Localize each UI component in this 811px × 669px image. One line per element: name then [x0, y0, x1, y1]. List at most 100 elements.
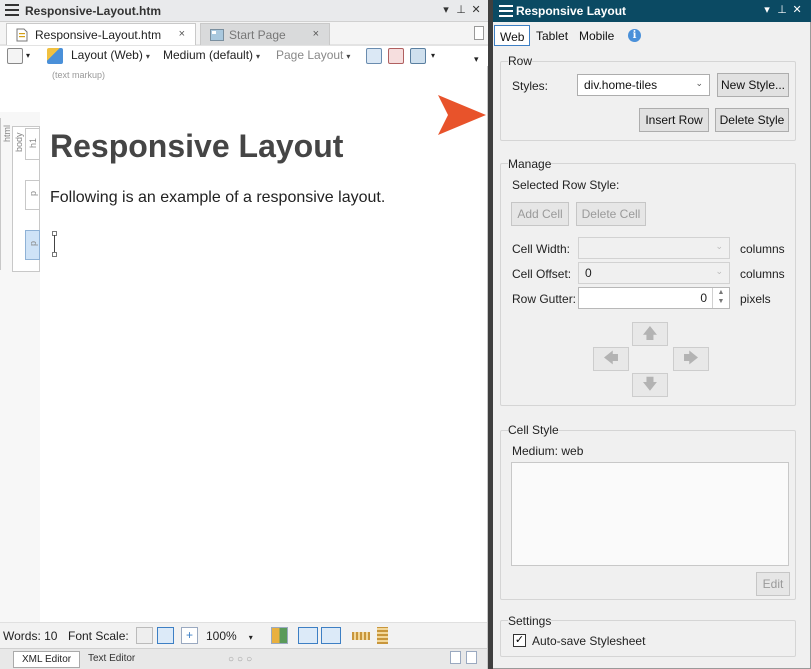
tab-text-editor[interactable]: Text Editor	[80, 651, 143, 668]
styles-value: div.home-tiles	[584, 78, 658, 92]
row-heading: Row	[508, 54, 533, 68]
document-heading[interactable]: Responsive Layout	[50, 128, 343, 165]
vertical-ruler-icon[interactable]	[377, 627, 388, 644]
cell-style-heading: Cell Style	[508, 423, 559, 437]
zoom-tool-icon[interactable]	[7, 48, 23, 64]
h1-tag-label: h1	[28, 137, 38, 148]
row-gutter-value: 0	[700, 291, 707, 305]
move-right-button[interactable]: 🡆	[673, 347, 709, 371]
html-tag-label: html	[2, 124, 12, 142]
layout-dropdown[interactable]: Layout (Web) ▾	[71, 48, 150, 62]
settings-heading: Settings	[508, 614, 552, 628]
panel-pin-icon[interactable]: ⊥	[776, 3, 788, 16]
print-icon[interactable]	[388, 48, 404, 64]
p-tag-label: p	[28, 190, 38, 196]
document-tabbar: Responsive-Layout.htm × Start Page ×	[0, 22, 488, 46]
tab-mobile[interactable]: Mobile	[574, 25, 619, 46]
chevron-down-icon[interactable]: ▾	[26, 51, 30, 60]
row-gutter-unit: pixels	[740, 292, 771, 306]
document-paragraph[interactable]: Following is an example of a responsive …	[50, 189, 385, 207]
delete-cell-button[interactable]: Delete Cell	[576, 202, 646, 226]
autosave-checkbox[interactable]: ✓	[513, 634, 526, 647]
new-style-button[interactable]: New Style...	[717, 73, 789, 97]
tab-web[interactable]: Web	[494, 25, 531, 46]
cell-style-textbox[interactable]	[511, 462, 789, 566]
editor-mode-tabs: XML Editor Text Editor ○○○	[0, 648, 487, 669]
tab-close-icon[interactable]: ×	[179, 28, 185, 40]
cell-width-label: Cell Width:	[512, 242, 571, 256]
delete-style-button[interactable]: Delete Style	[715, 108, 789, 132]
autosave-label[interactable]: Auto-save Stylesheet	[532, 634, 645, 648]
close-icon[interactable]: ✕	[470, 3, 482, 16]
font-scale-decrease-button[interactable]	[136, 627, 153, 644]
tab-start-page[interactable]: Start Page ×	[200, 23, 330, 45]
move-left-button[interactable]: 🡄	[593, 347, 629, 371]
insert-row-button[interactable]: Insert Row	[639, 108, 709, 132]
layout-icon	[47, 48, 63, 64]
tab-close-icon[interactable]: ×	[313, 28, 319, 40]
font-scale-label: Font Scale:	[68, 629, 129, 643]
window-menu-icon[interactable]	[5, 4, 19, 19]
panel-titlebar: Responsive Layout ▾ ⊥ ✕	[493, 0, 811, 22]
image-icon[interactable]	[410, 48, 426, 64]
move-up-button[interactable]: 🡅	[632, 322, 668, 346]
tab-list-icon[interactable]	[474, 26, 484, 40]
editor-titlebar: Responsive-Layout.htm ▾ ⊥ ✕	[0, 0, 488, 22]
move-down-button[interactable]: 🡇	[632, 373, 668, 397]
body-tag-label: body	[14, 132, 24, 152]
panel-dropdown-icon[interactable]: ▾	[761, 3, 773, 16]
show-tags-icon[interactable]	[298, 627, 318, 644]
cell-offset-value: 0	[585, 266, 592, 280]
zoom-select[interactable]: 100% ▾	[206, 629, 253, 643]
ruler-icon[interactable]	[352, 632, 370, 640]
panel-menu-icon[interactable]	[499, 5, 513, 20]
font-scale-increase-button[interactable]: +	[181, 627, 198, 644]
cell-width-select[interactable]: ⌄	[578, 237, 730, 259]
text-caret	[54, 235, 55, 253]
styles-label: Styles:	[512, 79, 549, 93]
tab-responsive-layout[interactable]: Responsive-Layout.htm ×	[6, 23, 196, 45]
arrow-right-icon: 🡆	[683, 350, 699, 367]
tab-label: Responsive-Layout.htm	[35, 28, 162, 42]
zoom-value: 100%	[206, 629, 237, 643]
info-icon[interactable]: i	[628, 29, 641, 42]
split-horizontal-icon[interactable]	[466, 651, 477, 664]
edit-button[interactable]: Edit	[756, 572, 790, 596]
overflow-icon[interactable]: ▾	[474, 54, 479, 65]
medium-dropdown[interactable]: Medium (default) ▾	[163, 48, 260, 62]
font-scale-reset-button[interactable]	[157, 627, 174, 644]
split-vertical-icon[interactable]	[450, 651, 461, 664]
chevron-down-icon: ⌄	[695, 78, 703, 88]
arrow-up-icon: 🡅	[642, 325, 658, 342]
manage-group	[500, 163, 796, 406]
status-bar: Words: 10 Font Scale: + 100% ▾	[0, 622, 487, 648]
layout-label: Layout (Web)	[71, 48, 143, 62]
preview-icon[interactable]	[366, 48, 382, 64]
panel-close-icon[interactable]: ✕	[791, 3, 803, 16]
page-layout-dropdown[interactable]: Page Layout ▾	[276, 48, 350, 62]
document-icon	[16, 28, 28, 42]
drag-handle-icon[interactable]: ○○○	[228, 654, 255, 665]
styles-select[interactable]: div.home-tiles ⌄	[577, 74, 710, 96]
stepper-arrows-icon[interactable]: ▲ ▼	[712, 288, 729, 308]
medium-tabs: Web Tablet Mobile i	[493, 24, 811, 48]
row-gutter-stepper[interactable]: 0 ▲ ▼	[578, 287, 730, 309]
cell-offset-label: Cell Offset:	[512, 267, 572, 281]
tab-tablet[interactable]: Tablet	[531, 25, 573, 46]
view-mode-icon[interactable]	[271, 627, 288, 644]
cell-offset-select[interactable]: 0 ⌄	[578, 262, 730, 284]
caret-handle-bottom	[52, 252, 57, 257]
pin-icon[interactable]: ⊥	[455, 3, 467, 16]
add-cell-button[interactable]: Add Cell	[511, 202, 569, 226]
selected-row-style-label: Selected Row Style:	[512, 178, 620, 192]
word-count: Words: 10	[3, 629, 58, 643]
tab-xml-editor[interactable]: XML Editor	[13, 651, 81, 668]
chevron-down-icon: ⌄	[715, 241, 723, 251]
show-structure-icon[interactable]	[321, 627, 341, 644]
chevron-down-icon[interactable]: ▾	[431, 51, 435, 60]
structure-bar: html body h1 p p	[0, 112, 40, 622]
window-dropdown-icon[interactable]: ▾	[440, 3, 452, 16]
arrow-down-icon: 🡇	[642, 376, 658, 393]
panel-title: Responsive Layout	[516, 4, 627, 18]
editor-window-title: Responsive-Layout.htm	[25, 4, 162, 18]
